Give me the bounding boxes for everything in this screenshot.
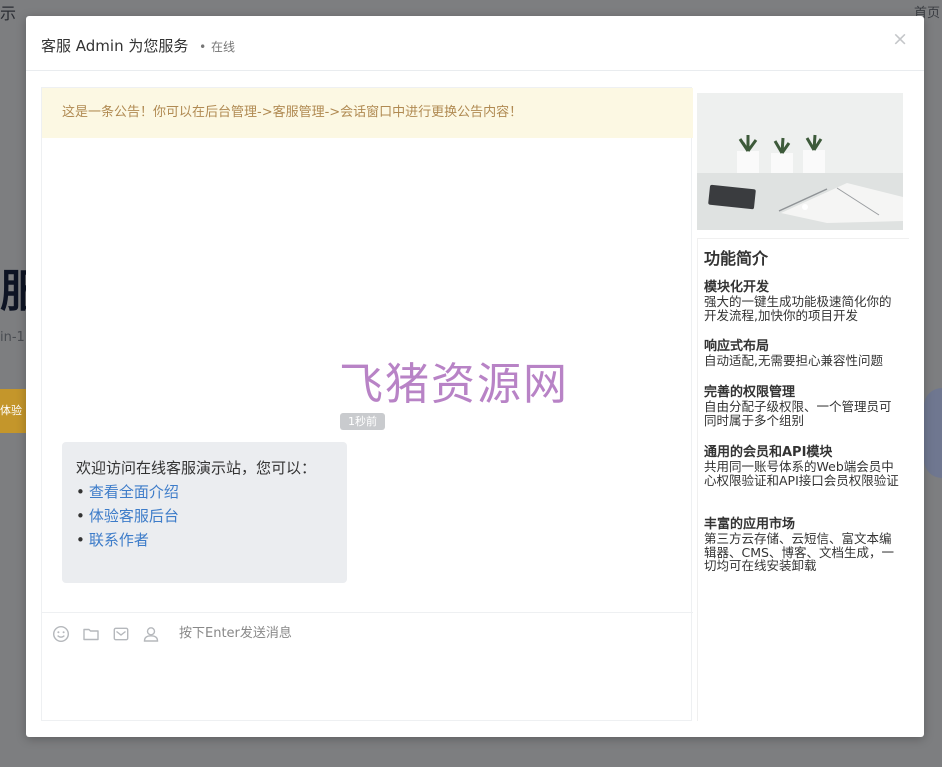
feature-card: 功能简介 模块化开发 强大的一键生成功能极速简化你的开发流程,加快你的项目开发 … xyxy=(697,238,909,721)
bullet: • xyxy=(76,483,85,501)
smile-icon[interactable] xyxy=(52,625,70,643)
close-icon[interactable]: × xyxy=(892,30,908,49)
feature-description: 第三方云存储、云短信、富文本编辑器、CMS、博客、文档生成，一切均可在线安装卸载 xyxy=(704,531,894,573)
feature-card-title: 功能简介 xyxy=(704,249,769,268)
message-timestamp: 1秒前 xyxy=(340,413,385,430)
link-view-intro[interactable]: 查看全面介绍 xyxy=(89,483,179,501)
feature-item: 完善的权限管理 自由分配子级权限、一个管理员可同时属于多个组别 xyxy=(704,386,900,427)
modal-header: 客服 Admin 为您服务 • 在线 × xyxy=(26,16,924,71)
feature-name: 完善的权限管理 xyxy=(704,385,796,400)
feature-name: 模块化开发 xyxy=(704,280,770,295)
welcome-message: 欢迎访问在线客服演示站，您可以： • 查看全面介绍 • 体验客服后台 • 联系作者 xyxy=(62,442,347,583)
chat-panel: 这是一条公告！你可以在后台管理->客服管理->会话窗口中进行更换公告内容！ 飞猪… xyxy=(41,87,693,722)
feature-name: 丰富的应用市场 xyxy=(704,517,796,532)
bullet: • xyxy=(76,531,85,549)
bullet: • xyxy=(76,507,85,525)
feature-description: 自由分配子级权限、一个管理员可同时属于多个组别 xyxy=(704,399,892,428)
modal-title: 客服 Admin 为您服务 • 在线 xyxy=(41,35,235,56)
background-fragment: 示 xyxy=(0,4,17,23)
feature-name: 通用的会员和API模块 xyxy=(704,445,833,460)
watermark-text: 飞猪资源网 xyxy=(339,359,569,410)
list-item: • 查看全面介绍 xyxy=(76,480,333,504)
feature-item: 响应式布局 自动适配,无需要担心兼容性问题 xyxy=(704,340,900,368)
message-input-bar xyxy=(42,612,693,722)
announcement-banner: 这是一条公告！你可以在后台管理->客服管理->会话窗口中进行更换公告内容！ xyxy=(42,88,693,138)
envelope-icon[interactable] xyxy=(112,625,130,643)
list-item: • 联系作者 xyxy=(76,528,333,552)
feature-item: 模块化开发 强大的一键生成功能极速简化你的开发流程,加快你的项目开发 xyxy=(704,281,900,322)
background-button-fragment: 体验 xyxy=(0,389,26,433)
feature-description: 自动适配,无需要担心兼容性问题 xyxy=(704,353,883,368)
sidebar: 功能简介 模块化开发 强大的一键生成功能极速简化你的开发流程,加快你的项目开发 … xyxy=(697,93,909,721)
background-subtitle-fragment: in-1 xyxy=(0,330,25,345)
folder-icon[interactable] xyxy=(82,625,100,643)
chat-modal: 客服 Admin 为您服务 • 在线 × 这是一条公告！你可以在后台管理->客服… xyxy=(26,16,924,737)
status-dot: • xyxy=(199,40,207,54)
message-input[interactable] xyxy=(179,625,659,643)
link-contact-author[interactable]: 联系作者 xyxy=(89,531,149,549)
modal-title-text: 客服 Admin 为您服务 xyxy=(41,37,189,55)
feature-item: 丰富的应用市场 第三方云存储、云短信、富文本编辑器、CMS、博客、文档生成，一切… xyxy=(704,518,900,573)
user-icon[interactable] xyxy=(142,625,160,643)
banner-image xyxy=(697,93,903,230)
message-intro: 欢迎访问在线客服演示站，您可以： xyxy=(76,459,317,477)
online-status: 在线 xyxy=(210,40,235,54)
feature-item: 通用的会员和API模块 共用同一账号体系的Web端会员中心权限验证和API接口会… xyxy=(704,446,900,487)
list-item: • 体验客服后台 xyxy=(76,504,333,528)
feature-name: 响应式布局 xyxy=(704,339,770,354)
background-decoration xyxy=(924,388,942,478)
link-try-admin[interactable]: 体验客服后台 xyxy=(89,507,179,525)
feature-description: 共用同一账号体系的Web端会员中心权限验证和API接口会员权限验证 xyxy=(704,459,899,488)
feature-description: 强大的一键生成功能极速简化你的开发流程,加快你的项目开发 xyxy=(704,294,892,323)
